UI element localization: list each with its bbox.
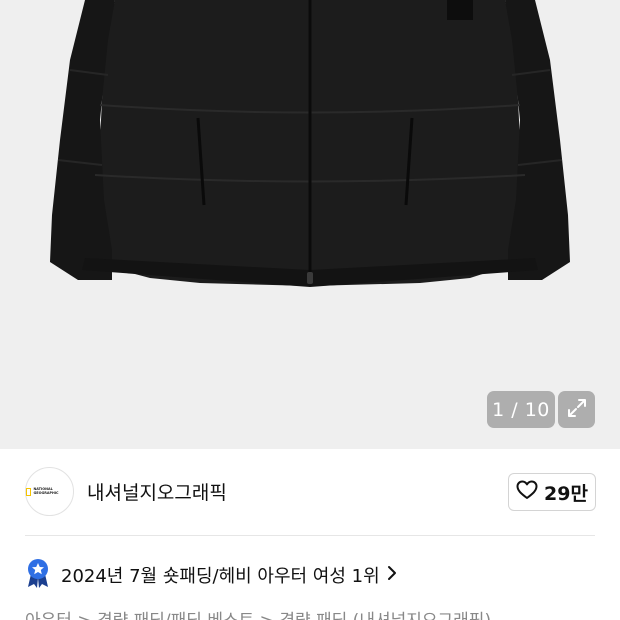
like-button[interactable]: 29만 [508,473,596,511]
section-divider [25,535,595,536]
product-image-gallery[interactable]: 1 / 10 [0,0,620,449]
brand-logo[interactable]: NATIONAL GEOGRAPHIC [25,467,74,516]
blue-star-medal-icon [25,558,51,592]
product-image [50,0,570,287]
brand-logo-text: NATIONAL GEOGRAPHIC [33,486,59,495]
national-geographic-logo-icon: NATIONAL GEOGRAPHIC [26,486,73,496]
brand-name[interactable]: 내셔널지오그래픽 [87,478,227,505]
like-count: 29만 [544,482,588,505]
ranking-link[interactable]: 2024년 7월 숏패딩/헤비 아우터 여성 1위 [25,558,398,592]
expand-button[interactable] [558,391,595,428]
chevron-right-icon [386,565,398,585]
heart-outline-icon [516,480,538,504]
image-counter: 1 / 10 [487,391,555,428]
category-breadcrumb[interactable]: 아우터 > 경량 패딩/패딩 베스트 > 경량 패딩 (내셔널지오그래픽) [25,606,491,620]
ranking-text: 2024년 7월 숏패딩/헤비 아우터 여성 1위 [61,566,380,587]
brand-row: NATIONAL GEOGRAPHIC 내셔널지오그래픽 29만 [0,449,620,535]
expand-arrows-icon [566,397,588,423]
